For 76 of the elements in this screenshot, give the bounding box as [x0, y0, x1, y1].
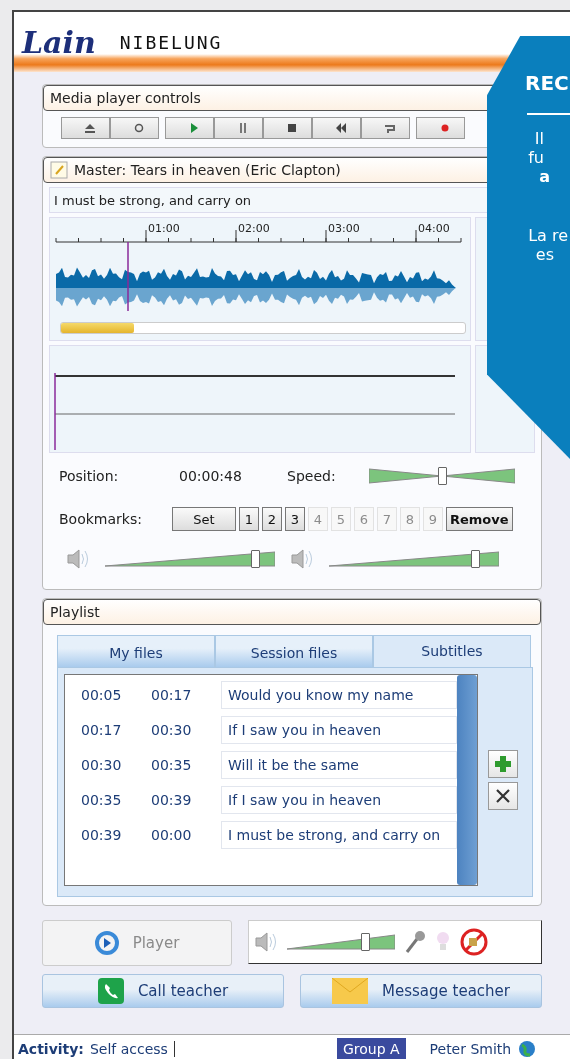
bookmark-button[interactable]: 1 — [239, 507, 259, 531]
envelope-icon — [332, 978, 368, 1004]
microphone-icon — [403, 929, 427, 955]
note-icon — [50, 161, 68, 179]
phone-icon — [97, 978, 124, 1004]
pause-button[interactable] — [214, 117, 263, 139]
callout-text: es — [535, 245, 554, 264]
slider-thumb[interactable] — [471, 550, 481, 568]
callout-text: fu — [528, 148, 544, 167]
tab[interactable]: My files — [57, 635, 215, 667]
eject-button[interactable] — [61, 117, 110, 139]
position-value: 00:00:48 — [179, 468, 243, 484]
speaker-icon — [289, 547, 315, 571]
callout-text: Il — [534, 129, 544, 148]
brand-logo: Lain — [22, 24, 96, 60]
close-icon — [494, 787, 512, 805]
start-time: 00:39 — [81, 827, 123, 843]
slider-thumb[interactable] — [360, 933, 370, 951]
speed-label: Speed: — [287, 468, 337, 484]
user-name: Peter Smith — [429, 1041, 512, 1057]
product-name: NIBELUNG — [119, 31, 223, 53]
activity-label: Activity: — [18, 1041, 84, 1057]
panel-title: Media player controls — [50, 90, 201, 106]
subtitle-text-field[interactable]: Will it be the same — [221, 751, 457, 779]
subtitle-text-field[interactable]: If I saw you in heaven — [221, 716, 457, 744]
remove-button[interactable]: Remove — [446, 507, 513, 531]
globe-icon — [517, 1039, 538, 1059]
subtitle-text-field[interactable]: If I saw you in heaven — [221, 786, 457, 814]
panel-title: Playlist — [50, 604, 100, 620]
end-time: 00:35 — [151, 757, 193, 773]
bookmark-button[interactable]: 2 — [262, 507, 282, 531]
speaker-icon — [253, 930, 279, 954]
slider-thumb[interactable] — [438, 467, 447, 485]
track-title: Master: Tears in heaven (Eric Clapton) — [74, 162, 341, 178]
callout-title: REC — [525, 71, 569, 95]
speed-slider[interactable] — [369, 466, 515, 486]
position-label: Position: — [59, 468, 120, 484]
plus-icon — [493, 754, 513, 774]
start-time: 00:35 — [81, 792, 123, 808]
speaker-icon — [65, 547, 91, 571]
circle-button[interactable] — [110, 117, 159, 139]
callout-text: a — [539, 167, 550, 186]
group-tag: Group A — [336, 1038, 406, 1059]
end-time: 00:17 — [151, 687, 193, 703]
add-button[interactable] — [488, 750, 518, 778]
stop-button[interactable] — [263, 117, 312, 139]
call-button[interactable]: Call teacher — [42, 974, 284, 1008]
loop-button[interactable] — [361, 117, 410, 139]
start-time: 00:17 — [81, 722, 123, 738]
volume-slider[interactable] — [329, 549, 499, 569]
end-time: 00:39 — [151, 792, 193, 808]
bookmark-button[interactable]: 3 — [285, 507, 305, 531]
message-button[interactable]: Message teacher — [300, 974, 542, 1008]
slider-thumb[interactable] — [250, 550, 260, 568]
tab[interactable]: Session files — [215, 635, 373, 667]
set-bookmark-button[interactable]: Set — [172, 507, 236, 531]
callout-text: La re — [528, 226, 568, 245]
delete-button[interactable] — [488, 782, 518, 810]
bookmarks-label: Bookmarks: — [59, 511, 143, 527]
media-player-icon — [94, 931, 119, 955]
subtitle-text-field[interactable]: Would you know my name — [221, 681, 457, 709]
volume-slider[interactable] — [287, 932, 395, 952]
record-button[interactable] — [416, 117, 465, 139]
waveform-drawing: 01:00 02:00 03:00 04:00 — [50, 218, 468, 312]
muted-speaker-icon — [459, 927, 489, 957]
activity-value: Self access — [89, 1041, 175, 1057]
end-time: 00:00 — [151, 827, 193, 843]
tab[interactable]: Subtitles — [373, 635, 531, 667]
end-time: 00:30 — [151, 722, 193, 738]
subtitle-text-field[interactable]: I must be strong, and carry on — [221, 821, 457, 849]
play-button[interactable] — [165, 117, 214, 139]
volume-slider[interactable] — [105, 549, 275, 569]
start-time: 00:05 — [81, 687, 123, 703]
start-time: 00:30 — [81, 757, 123, 773]
scrollbar[interactable] — [457, 675, 477, 885]
rewind-button[interactable] — [312, 117, 361, 139]
